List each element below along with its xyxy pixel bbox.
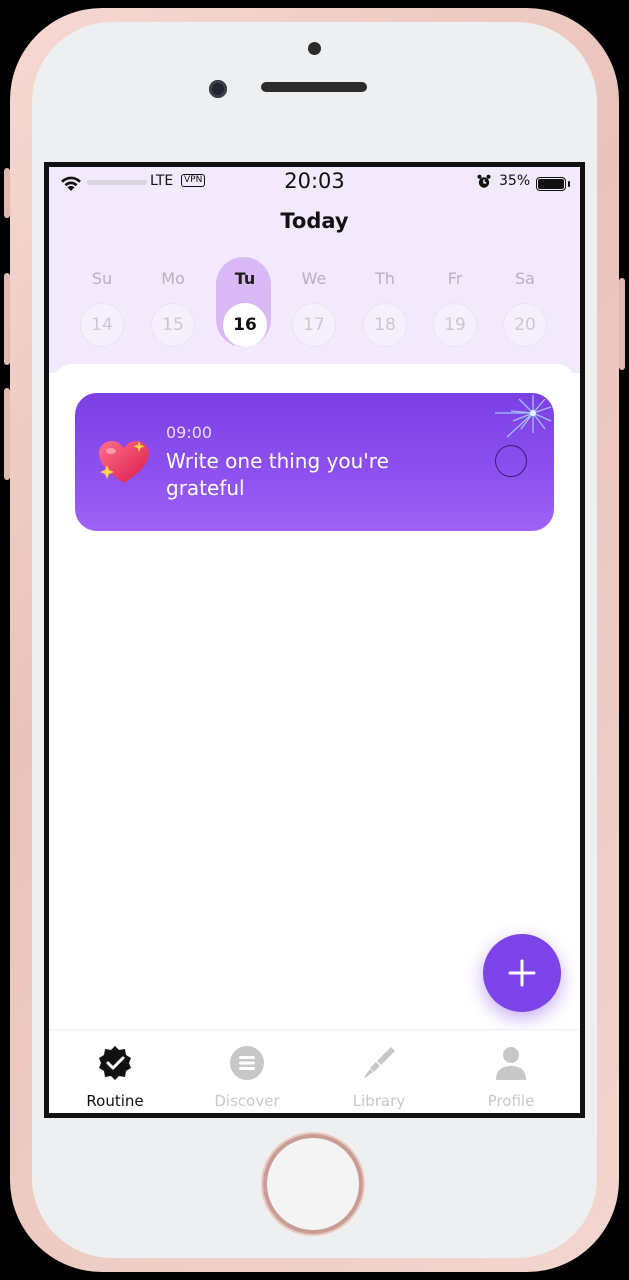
tab-label: Routine <box>86 1092 144 1110</box>
day-saturday[interactable]: Sa 20 <box>496 257 554 357</box>
battery-icon <box>536 177 570 191</box>
day-name: Sa <box>515 269 535 288</box>
status-bar: LTE VPN 20:03 35% <box>49 167 580 197</box>
tab-profile[interactable]: Profile <box>445 1030 577 1113</box>
routine-task-card[interactable]: 09:00 Write one thing you're grateful <box>75 393 554 531</box>
day-wednesday[interactable]: We 17 <box>285 257 343 357</box>
screen-bezel: LTE VPN 20:03 35% Today Su 14 Mo 15 Tu 1… <box>44 162 585 1118</box>
day-name: Fr <box>447 269 463 288</box>
day-number: 20 <box>503 303 547 347</box>
day-name: We <box>301 269 327 288</box>
power-button <box>619 278 625 370</box>
tab-routine[interactable]: Routine <box>49 1030 181 1113</box>
day-tuesday-selected[interactable]: Tu 16 <box>216 257 274 357</box>
proximity-sensor <box>308 42 321 55</box>
add-routine-button[interactable] <box>483 934 561 1012</box>
day-number: 17 <box>292 303 336 347</box>
tab-label: Library <box>352 1092 406 1110</box>
tab-label: Profile <box>487 1092 535 1110</box>
day-name: Mo <box>161 269 185 288</box>
front-camera <box>209 80 227 98</box>
task-time: 09:00 <box>166 423 213 442</box>
day-number: 16 <box>223 303 267 347</box>
day-name: Tu <box>234 269 256 288</box>
heart-sparkle-icon <box>99 441 149 483</box>
day-thursday[interactable]: Th 18 <box>356 257 414 357</box>
home-button[interactable] <box>267 1138 359 1230</box>
person-icon <box>496 1047 526 1080</box>
alarm-clock-icon <box>477 174 491 188</box>
earpiece-speaker <box>261 82 367 92</box>
tab-library[interactable]: Library <box>313 1030 445 1113</box>
brush-icon <box>364 1047 395 1078</box>
bottom-tab-bar: Routine Discover Library Profile <box>49 1029 580 1113</box>
volume-up-button <box>4 273 10 365</box>
verified-check-icon <box>99 1046 131 1080</box>
app-display: LTE VPN 20:03 35% Today Su 14 Mo 15 Tu 1… <box>49 167 580 1113</box>
day-monday[interactable]: Mo 15 <box>144 257 202 357</box>
day-name: Th <box>375 269 395 288</box>
tab-discover[interactable]: Discover <box>181 1030 313 1113</box>
day-sunday[interactable]: Su 14 <box>73 257 131 357</box>
task-complete-checkbox[interactable] <box>495 445 527 477</box>
day-friday[interactable]: Fr 19 <box>426 257 484 357</box>
list-icon <box>230 1046 264 1080</box>
mute-switch <box>4 168 10 218</box>
day-number: 14 <box>80 303 124 347</box>
volume-down-button <box>4 388 10 480</box>
week-strip: Su 14 Mo 15 Tu 16 We 17 Th 18 Fr 19 Sa 2… <box>49 257 580 357</box>
battery-percentage: 35% <box>499 173 531 189</box>
day-number: 18 <box>363 303 407 347</box>
task-title: Write one thing you're grateful <box>166 449 389 500</box>
page-title: Today <box>280 209 349 233</box>
day-name: Su <box>91 269 113 288</box>
tab-label: Discover <box>214 1092 280 1110</box>
day-number: 19 <box>433 303 477 347</box>
plus-icon <box>508 959 536 987</box>
day-number: 15 <box>151 303 195 347</box>
